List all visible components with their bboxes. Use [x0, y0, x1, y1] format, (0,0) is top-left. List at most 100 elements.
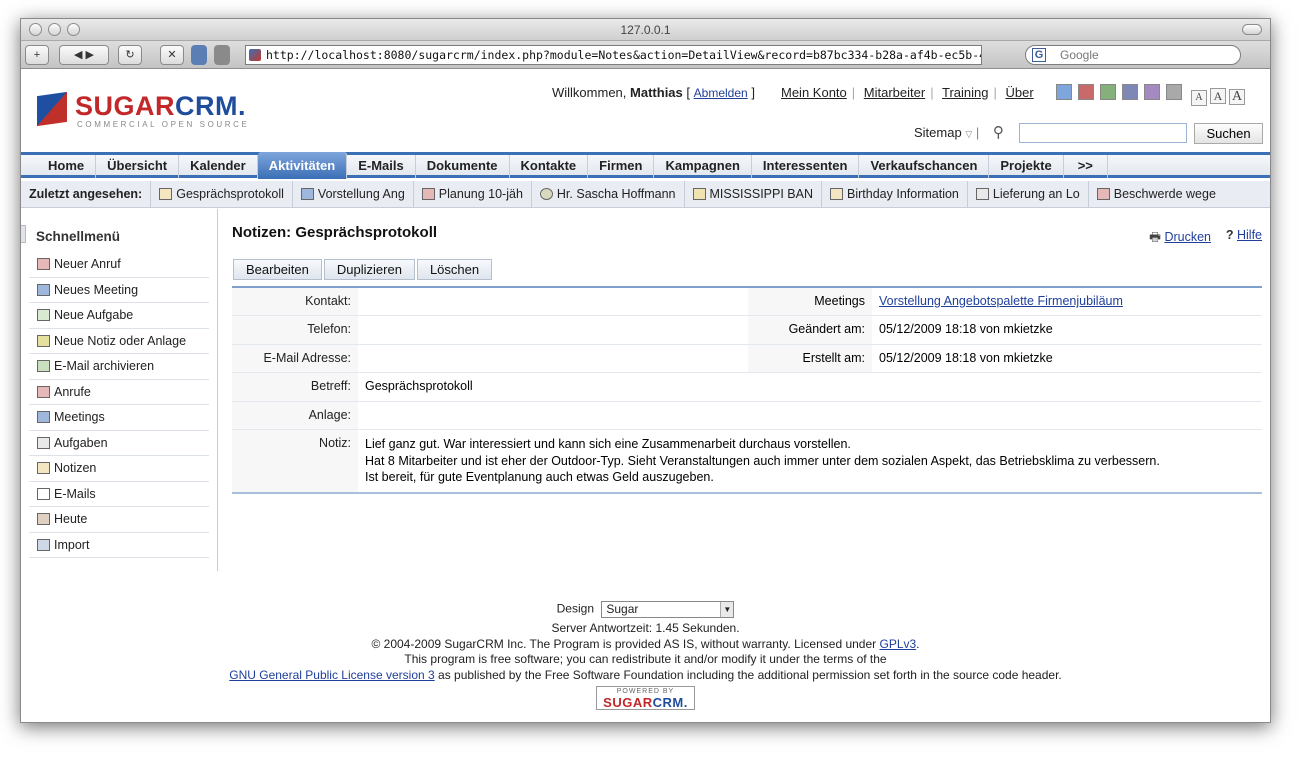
tab-contacts[interactable]: Kontakte [510, 155, 589, 178]
note-value: Lief ganz gut. War interessiert und kann… [358, 429, 1262, 493]
global-search-input[interactable] [1019, 123, 1187, 143]
server-time: Server Antwortzeit: 1.45 Sekunden. [551, 621, 740, 635]
recent-item[interactable]: Gesprächsprotokoll [150, 181, 292, 208]
logout-link[interactable]: Abmelden [694, 86, 748, 100]
tab-leads[interactable]: Interessenten [752, 155, 860, 178]
sidebar-item-calls[interactable]: Anrufe [29, 380, 209, 405]
table-row: Betreff: Gesprächsprotokoll [232, 372, 1262, 402]
sidebar-item-notes[interactable]: Notizen [29, 456, 209, 482]
task-icon [37, 309, 50, 321]
copyright-line: © 2004-2009 SugarCRM Inc. The Program is… [371, 636, 920, 651]
email-archive-icon [37, 360, 50, 372]
contact-label: Kontakt: [232, 287, 358, 316]
meetings-link[interactable]: Vorstellung Angebotspalette Firmenjubilä… [879, 294, 1123, 308]
page-footer: Design Sugar ▼ Server Antwortzeit: 1.45 S… [21, 601, 1270, 712]
sidebar-item-new-call[interactable]: Neuer Anruf [29, 252, 209, 278]
tab-opportunities[interactable]: Verkaufschancen [859, 155, 990, 178]
stop-icon[interactable]: ✕ [160, 45, 184, 65]
tab-emails[interactable]: E-Mails [347, 155, 416, 178]
help-link[interactable]: ? Hilfe [1226, 228, 1262, 242]
font-size-small-button[interactable]: A [1191, 90, 1207, 106]
reload-icon[interactable]: ↻ [118, 45, 142, 65]
design-select[interactable]: Sugar ▼ [601, 601, 735, 618]
sidebar-item-new-meeting[interactable]: Neues Meeting [29, 278, 209, 303]
tab-more[interactable]: >> [1064, 155, 1108, 178]
gpl-link[interactable]: GPLv3 [879, 637, 916, 651]
email-value [358, 344, 748, 373]
sidebar-item-import[interactable]: Import [29, 533, 209, 558]
recent-item[interactable]: Vorstellung Ang [291, 181, 413, 208]
title-bar: 127.0.0.1 [21, 19, 1270, 41]
sitemap-dropdown[interactable]: Sitemap ▽ | ⚲ [914, 123, 1004, 141]
sidebar-item-new-task[interactable]: Neue Aufgabe [29, 303, 209, 329]
recent-item[interactable]: Beschwerde wege [1087, 181, 1224, 208]
theme-swatch-navy[interactable] [1122, 84, 1138, 100]
theme-swatch-red[interactable] [1078, 84, 1094, 100]
contact-icon [539, 188, 553, 200]
duplicate-button[interactable]: Duplizieren [323, 259, 415, 280]
design-selector: Design Sugar ▼ [21, 601, 1270, 618]
add-bookmark-icon[interactable]: + [25, 45, 49, 65]
gnu-license-link[interactable]: GNU General Public License version 3 [229, 668, 434, 682]
edit-button[interactable]: Bearbeiten [233, 259, 322, 280]
browser-window: 127.0.0.1 + ◀ ▶ ↻ ✕ http://localhost:808… [20, 18, 1271, 723]
module-tabs: Home Übersicht Kalender Aktivitäten E-Mails D… [21, 152, 1270, 179]
theme-swatch-gray[interactable] [1166, 84, 1182, 100]
browser-search-placeholder: Google [1060, 48, 1099, 62]
tab-accounts[interactable]: Firmen [588, 155, 655, 178]
training-link[interactable]: Training [942, 85, 988, 100]
bookmarks-icon[interactable] [191, 45, 207, 65]
font-size-large-button[interactable]: A [1229, 89, 1245, 105]
employees-link[interactable]: Mitarbeiter [864, 85, 925, 100]
url-text: http://localhost:8080/sugarcrm/index.php… [266, 48, 982, 62]
window-title: 127.0.0.1 [620, 23, 671, 37]
theme-swatch-green[interactable] [1100, 84, 1116, 100]
account-icon [692, 188, 706, 200]
tab-calendar[interactable]: Kalender [179, 155, 258, 178]
sidebar-item-new-note[interactable]: Neue Notiz oder Anlage [29, 329, 209, 354]
theme-swatch-purple[interactable] [1144, 84, 1160, 100]
my-account-link[interactable]: Mein Konto [781, 85, 847, 100]
about-link[interactable]: Über [1005, 85, 1033, 100]
recent-item[interactable]: Planung 10-jäh [412, 181, 531, 208]
sidebar-collapse-handle[interactable] [21, 225, 26, 243]
subject-value: Gesprächsprotokoll [358, 372, 1262, 402]
browser-toolbar: + ◀ ▶ ↻ ✕ http://localhost:8080/sugarcrm… [21, 41, 1270, 69]
back-forward-icon[interactable]: ◀ ▶ [59, 45, 109, 65]
tab-campaigns[interactable]: Kampagnen [654, 155, 752, 178]
print-link[interactable]: 🖶 Drucken [1149, 228, 1211, 249]
search-engine-icon[interactable]: G [1032, 48, 1046, 62]
home-icon[interactable] [214, 45, 230, 65]
meetings-label: Meetings [748, 287, 872, 316]
tab-activities[interactable]: Aktivitäten [257, 152, 348, 179]
theme-swatch-blue[interactable] [1056, 84, 1072, 100]
modified-value: 05/12/2009 18:18 von mkietzke [872, 315, 1262, 345]
search-button[interactable]: Suchen [1194, 123, 1263, 144]
url-field[interactable]: http://localhost:8080/sugarcrm/index.php… [245, 45, 982, 65]
recent-item[interactable]: Hr. Sascha Hoffmann [530, 181, 684, 208]
toolbar-toggle-button[interactable] [1242, 24, 1262, 35]
sidebar-item-tasks[interactable]: Aufgaben [29, 431, 209, 456]
phone-label: Telefon: [232, 315, 358, 345]
tab-documents[interactable]: Dokumente [416, 155, 510, 178]
sidebar-item-archive-email[interactable]: E-Mail archivieren [29, 354, 209, 380]
user-name: Matthias [630, 85, 683, 100]
sidebar-item-meetings[interactable]: Meetings [29, 405, 209, 431]
sidebar-item-emails[interactable]: E-Mails [29, 482, 209, 507]
tab-overview[interactable]: Übersicht [96, 155, 180, 178]
note-icon [37, 462, 50, 474]
recent-item[interactable]: Birthday Information [821, 181, 967, 208]
call-icon [37, 258, 50, 270]
envelope-icon [37, 487, 50, 500]
font-size-medium-button[interactable]: A [1210, 88, 1226, 104]
powered-by-logo[interactable]: POWERED BY SUGARCRM. [596, 686, 695, 710]
recent-item[interactable]: Lieferung an Lo [966, 181, 1088, 208]
tab-projects[interactable]: Projekte [989, 155, 1064, 178]
delete-button[interactable]: Löschen [416, 259, 493, 280]
recent-item[interactable]: MISSISSIPPI BAN [683, 181, 822, 208]
note-icon [830, 188, 844, 200]
attachment-value [358, 401, 1262, 430]
sidebar-item-today[interactable]: Heute [29, 507, 209, 533]
browser-search-field[interactable]: G Google [1025, 45, 1241, 65]
tab-home[interactable]: Home [37, 155, 97, 178]
